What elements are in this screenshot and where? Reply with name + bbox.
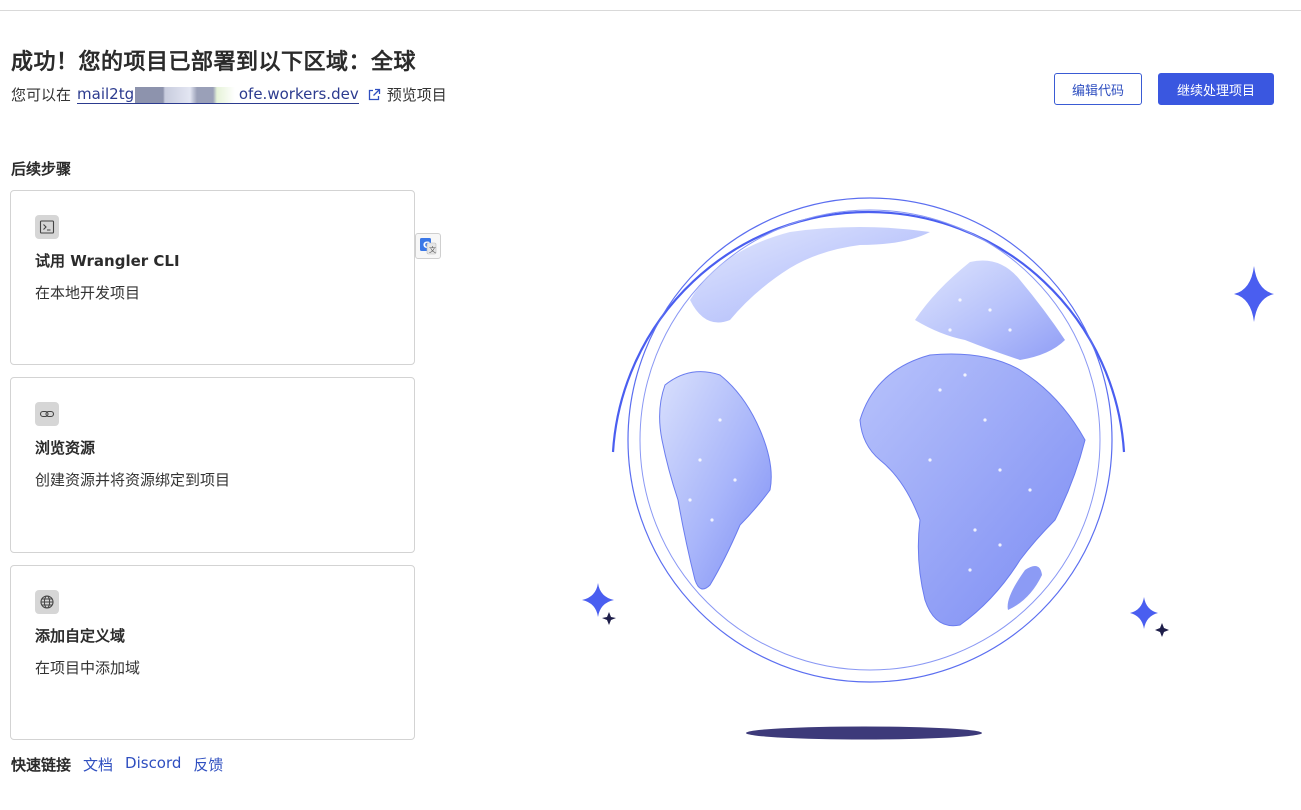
card-custom-domain[interactable]: 添加自定义域 在项目中添加域 (10, 565, 415, 740)
preview-prefix: 您可以在 (11, 86, 72, 104)
card-title: 浏览资源 (35, 439, 96, 457)
card-desc: 在项目中添加域 (35, 659, 141, 677)
top-divider (0, 10, 1301, 11)
card-desc: 创建资源并将资源绑定到项目 (35, 471, 231, 489)
preview-line: 您可以在 mail2tg. ofe.workers.dev 预览项目 (11, 84, 447, 105)
card-title: 试用 Wrangler CLI (35, 252, 180, 270)
discord-link[interactable]: Discord (125, 754, 181, 775)
docs-link[interactable]: 文档 (83, 754, 113, 775)
sparkle-icon (1234, 266, 1274, 322)
preview-url: mail2tg. (77, 85, 139, 103)
continue-project-button[interactable]: 继续处理项目 (1158, 73, 1274, 105)
preview-url-suffix: ofe.workers.dev (238, 85, 359, 103)
africa-shape (859, 353, 1086, 627)
next-steps-title: 后续步骤 (11, 160, 72, 178)
feedback-link[interactable]: 反馈 (193, 754, 223, 775)
card-title: 添加自定义域 (35, 627, 126, 645)
globe-icon (35, 590, 59, 614)
south-america-shape (659, 371, 772, 590)
sparkle-icon (1130, 597, 1158, 629)
page-title: 成功！您的项目已部署到以下区域：全球 (11, 50, 417, 75)
translate-icon[interactable]: G 文 (415, 233, 441, 259)
preview-url-link[interactable]: mail2tg. ofe.workers.dev (77, 85, 359, 104)
edit-code-button[interactable]: 编辑代码 (1054, 73, 1142, 105)
madagascar-shape (1007, 566, 1042, 610)
card-wrangler-cli[interactable]: 试用 Wrangler CLI 在本地开发项目 (10, 190, 415, 365)
preview-suffix: 预览项目 (386, 86, 447, 104)
globe-shadow (746, 726, 982, 740)
svg-text:文: 文 (429, 245, 436, 254)
link-icon (35, 402, 59, 426)
sparkle-icon (582, 583, 614, 617)
terminal-icon (35, 215, 59, 239)
sparkle-small-icon (1155, 623, 1169, 637)
north-america-shape (690, 227, 930, 323)
card-browse-resources[interactable]: 浏览资源 创建资源并将资源绑定到项目 (10, 377, 415, 553)
redacted-region (135, 87, 236, 103)
external-link-icon[interactable] (367, 88, 381, 102)
card-desc: 在本地开发项目 (35, 284, 141, 302)
globe-illustration (582, 197, 1274, 740)
quick-links: 快速链接 文档 Discord 反馈 (11, 754, 223, 775)
quick-links-label: 快速链接 (11, 756, 72, 774)
sparkle-small-icon (602, 612, 616, 625)
